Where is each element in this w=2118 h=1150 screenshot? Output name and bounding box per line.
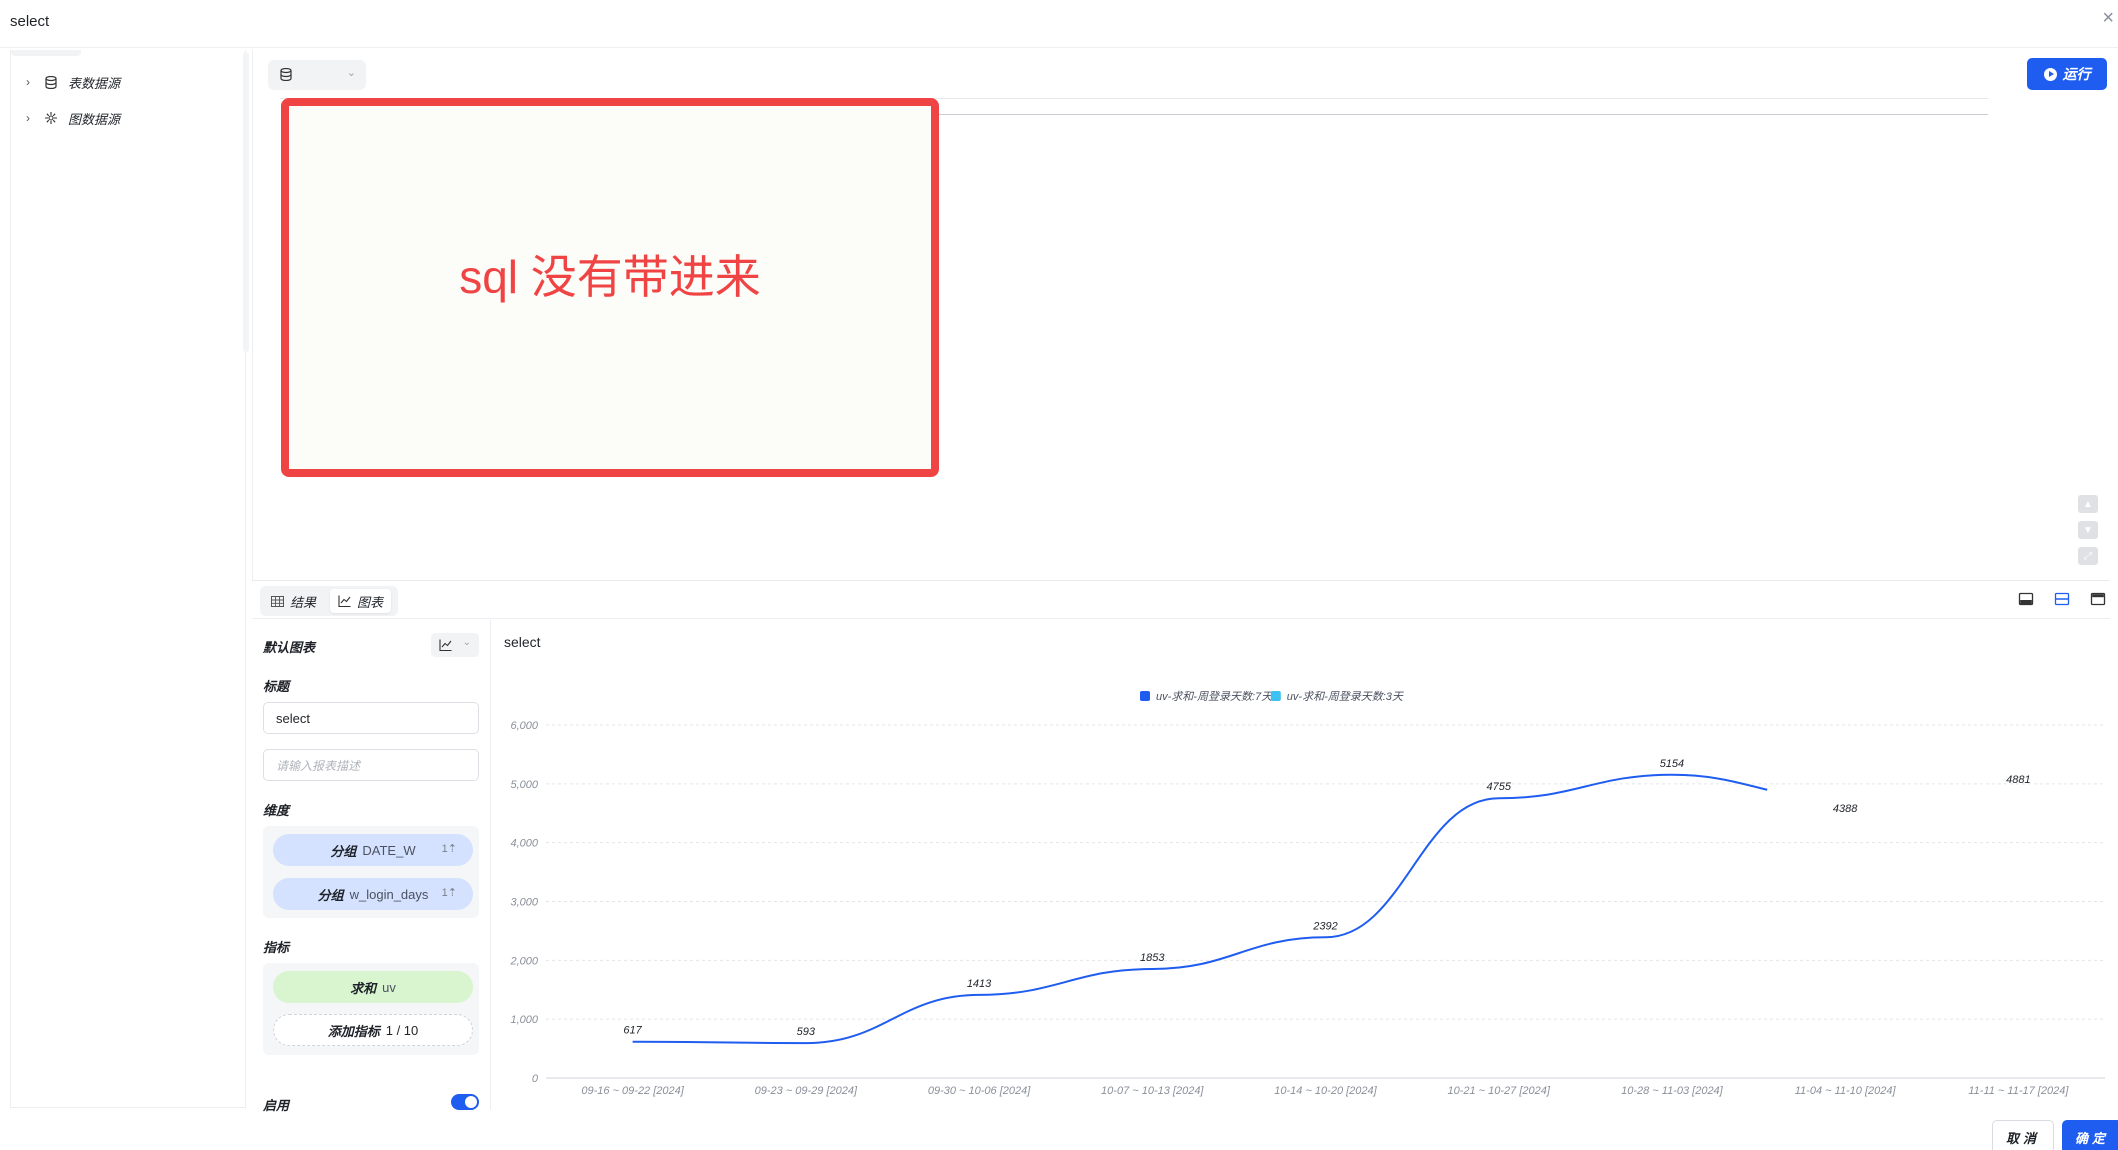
dimension-chip[interactable]: 分组 DATE_W 1⇡ xyxy=(273,834,473,866)
y-tick-label: 5,000 xyxy=(510,779,538,791)
x-tick-label: 10-07 ~ 10-13 [2024] xyxy=(1101,1085,1204,1097)
layout-bottom-icon[interactable] xyxy=(2017,590,2035,608)
chevron-right-icon: › xyxy=(26,111,30,125)
line-chart-icon xyxy=(338,595,351,607)
y-tick-label: 2,000 xyxy=(509,955,538,967)
run-button[interactable]: 运行 xyxy=(2027,58,2107,90)
data-label: 2392 xyxy=(1312,920,1337,932)
tab-results-label: 结果 xyxy=(290,594,317,610)
sort-icon[interactable]: 1⇡ xyxy=(442,842,457,855)
window-titlebar: select × xyxy=(0,0,2118,48)
data-label: 4881 xyxy=(2006,774,2030,786)
data-label: 5154 xyxy=(1660,758,1684,770)
sidebar-scrollbar[interactable] xyxy=(243,52,249,352)
database-select[interactable]: ⌄ xyxy=(268,60,366,90)
scroll-down-icon[interactable]: ▼ xyxy=(2078,521,2098,539)
chart-type-select[interactable]: ⌄ xyxy=(431,633,479,657)
chevron-down-icon: ⌄ xyxy=(462,637,471,648)
legend-swatch xyxy=(1140,691,1150,701)
sidebar-item-table-datasource[interactable]: › 表数据源 xyxy=(26,70,120,94)
dimension-chip-prefix: 分组 xyxy=(330,843,357,859)
metric-label: 指标 xyxy=(263,940,290,955)
window-title: select xyxy=(10,13,50,30)
layout-split-icon[interactable] xyxy=(2053,590,2071,608)
result-tabs-bar xyxy=(252,581,2110,619)
enable-label: 启用 xyxy=(263,1098,290,1113)
legend-label: uv-求和-周登录天数:3天 xyxy=(1287,690,1404,703)
data-label: 593 xyxy=(797,1026,816,1038)
y-tick-label: 4,000 xyxy=(510,838,538,850)
x-tick-label: 10-21 ~ 10-27 [2024] xyxy=(1447,1085,1550,1097)
title-input[interactable]: select xyxy=(263,702,479,734)
metric-list: 求和 uv 添加指标 1 / 10 xyxy=(263,963,479,1055)
metric-chip-field: uv xyxy=(382,979,396,995)
run-button-label: 运行 xyxy=(2062,66,2091,82)
table-icon xyxy=(271,595,284,607)
tab-results[interactable]: 结果 xyxy=(263,589,324,613)
graph-icon xyxy=(40,111,62,125)
metric-chip-prefix: 求和 xyxy=(350,980,377,996)
sidebar-item-label: 表数据源 xyxy=(68,75,121,91)
data-label: 4388 xyxy=(1833,803,1858,815)
database-icon xyxy=(40,75,62,89)
y-tick-label: 3,000 xyxy=(510,897,538,909)
x-tick-label: 11-11 ~ 11-17 [2024] xyxy=(1968,1085,2069,1097)
x-tick-label: 09-23 ~ 09-29 [2024] xyxy=(755,1085,858,1097)
description-input[interactable]: 请输入报表描述 xyxy=(263,749,479,781)
tab-chart[interactable]: 图表 xyxy=(330,589,392,613)
chart-title: select xyxy=(504,634,541,650)
data-label: 1853 xyxy=(1140,952,1165,964)
close-icon[interactable]: × xyxy=(2102,8,2114,28)
layout-top-icon[interactable] xyxy=(2089,590,2107,608)
default-chart-label: 默认图表 xyxy=(263,640,316,655)
enable-toggle[interactable] xyxy=(451,1094,479,1110)
add-metric-label: 添加指标 xyxy=(327,1023,380,1039)
add-metric-button[interactable]: 添加指标 1 / 10 xyxy=(273,1014,473,1046)
sort-icon[interactable]: 1⇡ xyxy=(442,886,457,899)
scroll-up-icon[interactable]: ▲ xyxy=(2078,495,2098,513)
sidebar-item-label: 图数据源 xyxy=(68,111,121,127)
dimension-label: 维度 xyxy=(263,803,290,818)
y-tick-label: 0 xyxy=(532,1073,539,1085)
cancel-button[interactable]: 取消 xyxy=(1992,1120,2054,1150)
x-tick-label: 09-16 ~ 09-22 [2024] xyxy=(581,1085,684,1097)
line-chart: 6,000 5,000 4,000 3,000 2,000 1,000 0 09-16 ~ 0… xyxy=(509,690,2105,1097)
data-label: 617 xyxy=(623,1025,642,1037)
add-metric-count: 1 / 10 xyxy=(385,1022,419,1038)
chevron-down-icon: ⌄ xyxy=(346,67,356,79)
title-label: 标题 xyxy=(263,679,290,694)
x-tick-label: 11-04 ~ 11-10 [2024] xyxy=(1795,1085,1897,1097)
line-chart-icon xyxy=(439,639,452,651)
metric-chip[interactable]: 求和 uv xyxy=(273,971,473,1003)
y-tick-label: 6,000 xyxy=(510,720,538,732)
x-tick-label: 10-14 ~ 10-20 [2024] xyxy=(1274,1085,1377,1097)
legend-swatch xyxy=(1270,691,1281,701)
expand-icon[interactable]: ⤢ xyxy=(2078,547,2098,565)
data-label: 1413 xyxy=(967,978,992,990)
data-label: 4755 xyxy=(1486,781,1511,793)
y-tick-label: 1,000 xyxy=(510,1014,538,1026)
annotation-box: sql 没有带进来 xyxy=(281,98,939,477)
legend-label: uv-求和-周登录天数:7天 xyxy=(1156,690,1273,703)
database-icon xyxy=(280,67,292,86)
series-line xyxy=(632,773,1768,1045)
dimension-chip-prefix: 分组 xyxy=(317,887,344,903)
sidebar-item-graph-datasource[interactable]: › 图数据源 xyxy=(26,106,120,130)
dimension-list: 分组 DATE_W 1⇡ 分组 w_login_days 1⇡ xyxy=(263,826,479,918)
x-tick-label: 10-28 ~ 11-03 [2024] xyxy=(1621,1085,1724,1097)
datasource-panel xyxy=(10,50,246,1108)
dimension-chip-field: DATE_W xyxy=(362,842,416,858)
annotation-text: sql 没有带进来 xyxy=(459,251,761,303)
chevron-right-icon: › xyxy=(26,75,30,89)
tab-chart-label: 图表 xyxy=(357,594,384,610)
panel-tab-stub xyxy=(11,50,81,56)
x-tick-label: 09-30 ~ 10-06 [2024] xyxy=(928,1085,1031,1097)
dimension-chip[interactable]: 分组 w_login_days 1⇡ xyxy=(273,878,473,910)
play-icon xyxy=(2043,67,2057,81)
dimension-chip-field: w_login_days xyxy=(349,886,429,902)
ok-button[interactable]: 确定 xyxy=(2062,1120,2118,1150)
